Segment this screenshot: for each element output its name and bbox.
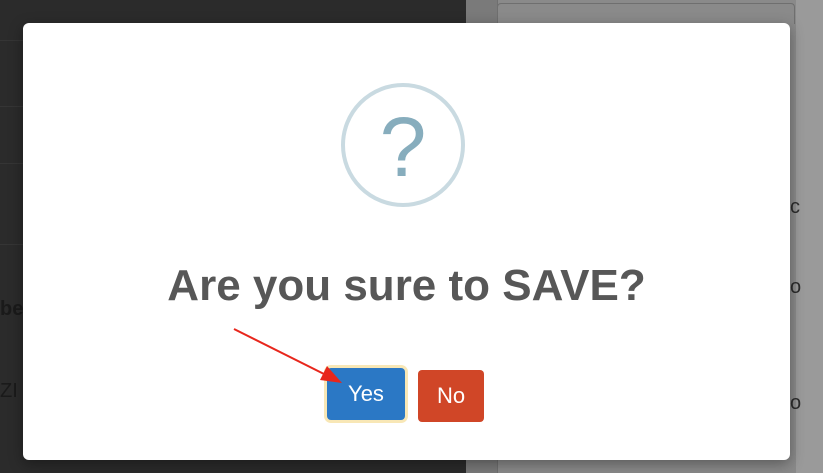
background-scroll-area: c o o [790, 0, 823, 473]
background-glyph: o [790, 392, 802, 414]
dialog-title: Are you sure to SAVE? [167, 261, 646, 310]
background-text-fragment: ZI [0, 380, 18, 402]
background-text-fragment: be [0, 298, 24, 320]
screen: be ZI c o o ? Are you sure to SAVE? Yes … [0, 0, 823, 473]
background-card [497, 3, 795, 24]
question-mark-glyph: ? [379, 100, 427, 194]
background-glyph: c [790, 196, 800, 218]
cancel-button[interactable]: No [418, 370, 484, 422]
confirm-dialog: ? Are you sure to SAVE? Yes No [23, 23, 790, 460]
question-mark-icon: ? [341, 83, 465, 207]
confirm-button[interactable]: Yes [327, 368, 405, 420]
background-glyph: o [790, 276, 802, 298]
